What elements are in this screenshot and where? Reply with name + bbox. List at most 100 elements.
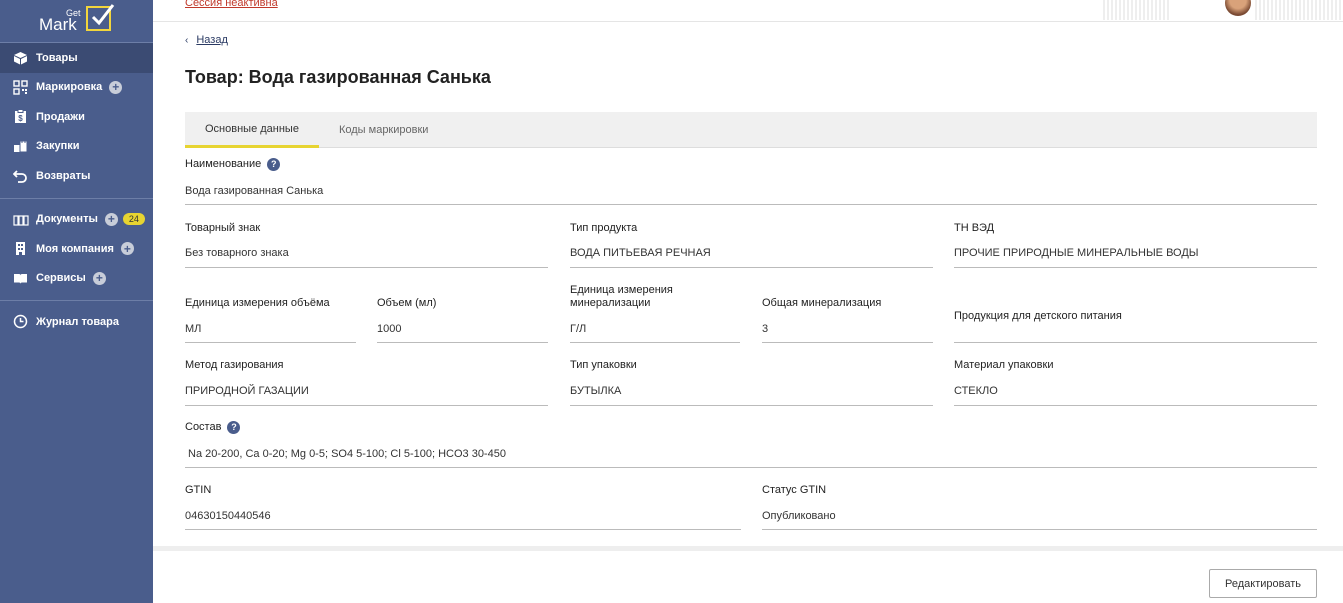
plus-icon[interactable]: + — [92, 271, 106, 285]
count-badge: 24 — [122, 213, 145, 226]
tab-marking-codes[interactable]: Коды маркировки — [319, 112, 448, 148]
field-volume-unit: Единица измерения объёма МЛ — [185, 297, 356, 343]
sidebar-item-documents[interactable]: Документы + 24 — [0, 205, 153, 235]
field-label: Объем (мл) — [377, 297, 437, 309]
plus-icon[interactable]: + — [120, 242, 134, 256]
field-package-type: Тип упаковки БУТЫЛКА — [570, 359, 933, 406]
field-value: Na 20-200, Ca 0-20; Mg 0-5; SO4 5-100; C… — [188, 448, 506, 460]
field-value: Опубликовано — [762, 510, 836, 522]
tab-main-data[interactable]: Основные данные — [185, 112, 319, 148]
field-label: Статус GTIN — [762, 484, 827, 496]
help-icon[interactable]: ? — [227, 421, 241, 434]
sidebar-item-label: Документы — [36, 213, 98, 226]
field-value: 3 — [762, 323, 769, 335]
field-underline — [185, 405, 548, 406]
divider — [153, 546, 1343, 551]
field-composition: Состав? Na 20-200, Ca 0-20; Mg 0-5; SO4 … — [185, 421, 1317, 468]
sidebar-item-label: Продажи — [36, 110, 85, 123]
sidebar-item-services[interactable]: Сервисы + — [0, 264, 153, 294]
logo-mark-text: Mark — [39, 15, 77, 34]
field-gtin: GTIN 04630150440546 — [185, 484, 741, 530]
top-bar: Сессия неактивна — [153, 0, 1343, 22]
sidebar-item-label: Закупки — [36, 140, 80, 153]
back-label: Назад — [196, 34, 228, 46]
field-label: Материал упаковки — [954, 359, 1054, 371]
field-value: СТЕКЛО — [954, 385, 998, 397]
field-value: 04630150440546 — [185, 510, 271, 522]
help-icon[interactable]: ? — [267, 158, 281, 171]
field-volume: Объем (мл) 1000 — [377, 297, 548, 343]
sidebar-item-marking[interactable]: Маркировка + — [0, 73, 153, 103]
sidebar: Get Mark Товары Маркировка + $ Продажи З… — [0, 0, 153, 603]
building-icon — [12, 241, 29, 256]
field-underline — [570, 342, 740, 343]
sidebar-item-purchases[interactable]: Закупки — [0, 132, 153, 162]
field-label: Наименование — [185, 158, 262, 170]
avatar[interactable] — [1225, 0, 1251, 16]
field-value: 1000 — [377, 323, 402, 335]
field-label: ТН ВЭД — [954, 222, 995, 234]
sidebar-item-my-company[interactable]: Моя компания + — [0, 234, 153, 264]
sidebar-item-products[interactable]: Товары — [0, 43, 153, 73]
sidebar-item-label: Маркировка — [36, 81, 103, 94]
field-label: Общая минерализация — [762, 297, 882, 309]
sidebar-item-label: Журнал товара — [36, 315, 119, 328]
return-arrow-icon — [12, 168, 29, 183]
field-mineral-unit: Единица измерения минерализации Г/Л — [570, 284, 740, 343]
plus-icon[interactable]: + — [109, 80, 123, 94]
field-value: ВОДА ПИТЬЕВАЯ РЕЧНАЯ — [570, 247, 711, 259]
sidebar-item-sales[interactable]: $ Продажи — [0, 102, 153, 132]
documents-icon — [12, 212, 29, 227]
field-underline — [954, 267, 1317, 268]
page-title: Товар: Вода газированная Санька — [185, 67, 491, 87]
field-underline — [377, 342, 548, 343]
tab-bar: Основные данные Коды маркировки — [185, 112, 1317, 148]
field-label: Товарный знак — [185, 222, 261, 234]
sidebar-item-label: Возвраты — [36, 169, 91, 182]
field-label: Продукция для детского питания — [954, 310, 1122, 322]
sidebar-item-product-log[interactable]: Журнал товара — [0, 307, 153, 337]
back-link[interactable]: ‹ Назад — [185, 34, 228, 46]
field-underline — [185, 267, 548, 268]
field-label: Метод газирования — [185, 359, 284, 371]
field-label: Единица измерения — [570, 284, 673, 296]
field-carbonation: Метод газирования ПРИРОДНОЙ ГАЗАЦИИ — [185, 359, 548, 406]
qr-code-icon — [12, 80, 29, 95]
session-status-link[interactable]: Сессия неактивна — [185, 0, 278, 9]
field-value: Без товарного знака — [185, 247, 289, 259]
divider — [0, 197, 153, 199]
field-underline — [954, 342, 1317, 343]
sidebar-item-returns[interactable]: Возвраты — [0, 161, 153, 191]
receipt-icon: $ — [12, 109, 29, 124]
field-underline — [185, 467, 1317, 468]
field-tnved: ТН ВЭД ПРОЧИЕ ПРИРОДНЫЕ МИНЕРАЛЬНЫЕ ВОДЫ — [954, 222, 1317, 268]
field-underline — [185, 342, 356, 343]
field-underline — [185, 204, 1317, 205]
field-baby-food: Продукция для детского питания — [954, 310, 1317, 343]
field-trademark: Товарный знак Без товарного знака — [185, 222, 548, 268]
plus-icon[interactable]: + — [104, 212, 118, 226]
user-info-blurred — [1103, 0, 1171, 20]
field-mineralization: Общая минерализация 3 — [762, 297, 933, 343]
field-underline — [762, 529, 1317, 530]
sidebar-item-label: Товары — [36, 51, 78, 64]
edit-button[interactable]: Редактировать — [1209, 569, 1317, 598]
field-value: БУТЫЛКА — [570, 385, 622, 397]
user-name-blurred — [1255, 0, 1343, 20]
field-label: GTIN — [185, 484, 212, 496]
field-label: Единица измерения объёма — [185, 297, 330, 309]
sidebar-item-label: Сервисы — [36, 272, 86, 285]
svg-text:$: $ — [18, 114, 23, 123]
field-value: ПРИРОДНОЙ ГАЗАЦИИ — [185, 385, 309, 397]
field-package-material: Материал упаковки СТЕКЛО — [954, 359, 1317, 406]
field-underline — [185, 529, 741, 530]
logo[interactable]: Get Mark — [0, 0, 153, 42]
field-underline — [570, 267, 933, 268]
field-value: МЛ — [185, 323, 202, 335]
field-underline — [762, 342, 933, 343]
field-label-line2: минерализации — [570, 297, 651, 309]
field-value: Вода газированная Санька — [185, 185, 324, 197]
field-underline — [954, 405, 1317, 406]
field-product-type: Тип продукта ВОДА ПИТЬЕВАЯ РЕЧНАЯ — [570, 222, 933, 268]
divider — [0, 300, 153, 301]
